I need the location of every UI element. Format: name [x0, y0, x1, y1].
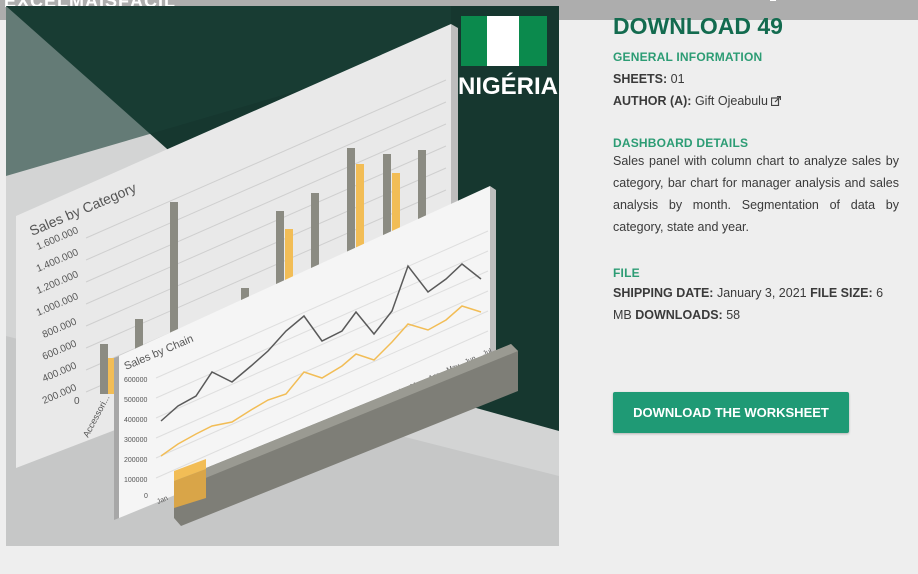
- author-row: AUTHOR (A): Gift Ojeabulu: [613, 94, 781, 108]
- sheets-value: 01: [670, 72, 685, 86]
- axis-tick: 400000: [124, 417, 147, 424]
- author-link[interactable]: Gift Ojeabulu: [695, 94, 768, 108]
- axis-tick: 300000: [124, 437, 147, 444]
- dashboard-preview-image: NIGÉRIA Sales by Category 1.600.000 1.40…: [6, 6, 559, 546]
- file-heading: FILE: [613, 266, 640, 280]
- file-details: SHIPPING DATE: January 3, 2021 FILE SIZE…: [613, 282, 899, 326]
- dashboard-description: Sales panel with column chart to analyze…: [613, 154, 899, 234]
- sheets-label: SHEETS:: [613, 72, 668, 86]
- country-label: NIGÉRIA: [458, 72, 558, 100]
- shipping-date-value: January 3, 2021: [716, 286, 807, 300]
- axis-tick: 100000: [124, 477, 147, 484]
- axis-tick: 0: [74, 396, 80, 407]
- menu-icon[interactable]: [770, 0, 776, 1]
- downloads-value: 58: [726, 308, 741, 322]
- dashboard-illustration: NIGÉRIA Sales by Category 1.600.000 1.40…: [6, 6, 559, 546]
- nigeria-flag-icon: [461, 16, 547, 66]
- download-details-panel: DOWNLOAD 49 GENERAL INFORMATION SHEETS: …: [613, 12, 899, 322]
- axis-tick: 600000: [124, 377, 147, 384]
- author-label: AUTHOR (A):: [613, 94, 692, 108]
- downloads-label: DOWNLOADS:: [635, 308, 723, 322]
- axis-tick: 0: [144, 493, 148, 500]
- download-worksheet-button[interactable]: DOWNLOAD THE WORKSHEET: [613, 392, 849, 433]
- file-size-label: FILE SIZE:: [810, 286, 873, 300]
- page-title: DOWNLOAD 49: [613, 13, 783, 39]
- sheets-row: SHEETS: 01: [613, 72, 685, 86]
- shipping-date-label: SHIPPING DATE:: [613, 286, 714, 300]
- dashboard-details-heading: DASHBOARD DETAILS: [613, 136, 749, 150]
- axis-tick: 200000: [124, 457, 147, 464]
- general-information-heading: GENERAL INFORMATION: [613, 50, 763, 64]
- axis-tick: 500000: [124, 397, 147, 404]
- external-link-icon[interactable]: [770, 96, 781, 106]
